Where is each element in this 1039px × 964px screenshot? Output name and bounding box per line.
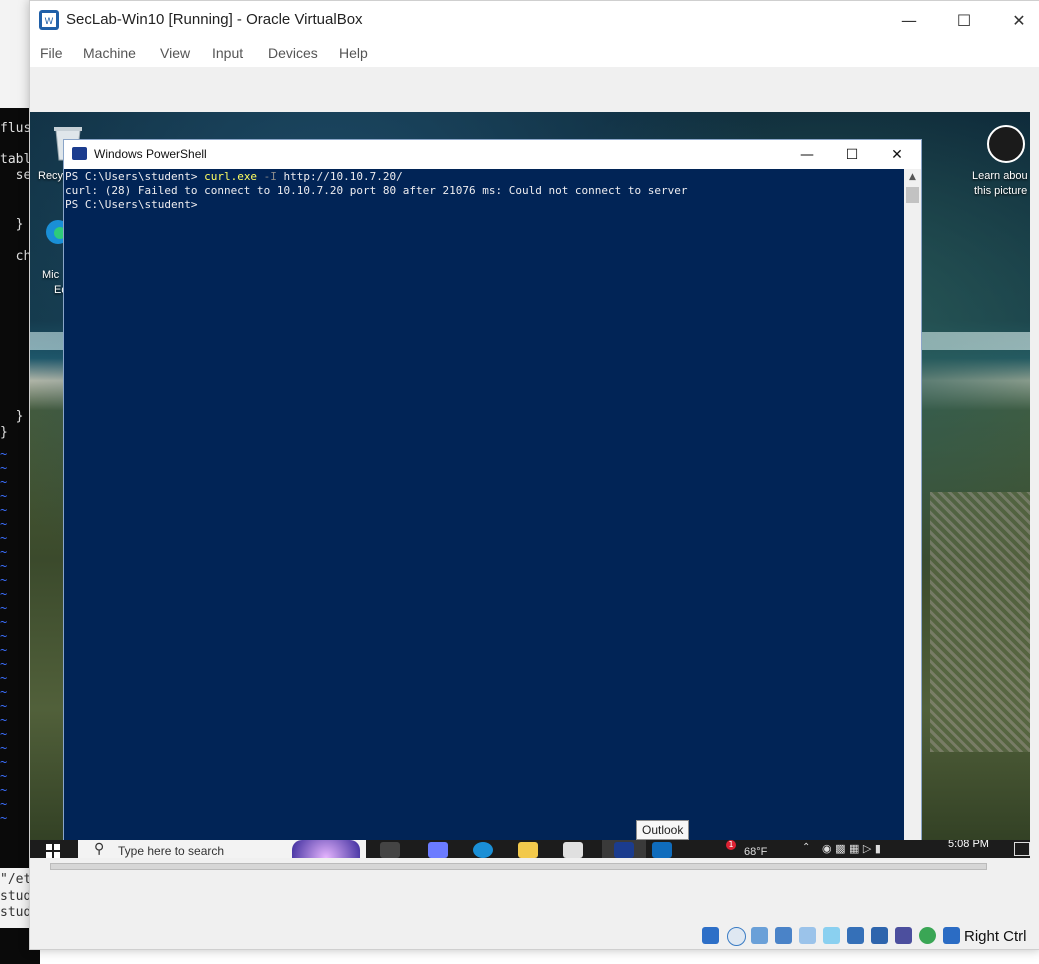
powershell-title: Windows PowerShell — [94, 147, 207, 161]
scroll-up-icon[interactable]: ▲ — [904, 169, 921, 186]
tray-icons[interactable]: ◉ ▩ ▦ ▷ ▮ — [822, 842, 881, 855]
minimize-button[interactable]: — — [886, 1, 932, 39]
guest-desktop[interactable]: Recy Mic Ed Learn abou this picture Wind… — [30, 112, 1030, 858]
network-icon[interactable] — [775, 927, 792, 944]
weather-temperature[interactable]: 68°F — [744, 846, 767, 858]
host-text-line: } — [0, 425, 8, 440]
menu-file[interactable]: File — [40, 45, 63, 61]
file-explorer-icon[interactable] — [518, 842, 538, 858]
outlook-taskbar-icon[interactable] — [652, 842, 672, 858]
taskbar-clock[interactable]: 5:08 PM — [948, 840, 989, 850]
learn-picture-label: Learn abou — [972, 170, 1028, 182]
ps-maximize-button[interactable]: ☐ — [829, 140, 875, 169]
edge-taskbar-icon[interactable] — [473, 842, 493, 858]
keyboard-capture-icon[interactable] — [943, 927, 960, 944]
powershell-title-bar[interactable]: Windows PowerShell — ☐ ✕ — [64, 140, 921, 169]
host-text-line: tabl — [0, 152, 32, 167]
guest-taskbar: ⚲ Type here to search 1 68°F ⌃ ◉ ▩ ▦ ▷ ▮… — [30, 840, 1030, 858]
cpu-icon[interactable] — [895, 927, 912, 944]
chevron-up-icon[interactable]: ⌃ — [802, 842, 810, 853]
task-view-icon[interactable] — [380, 842, 400, 858]
mouse-integration-icon[interactable] — [919, 927, 936, 944]
hard-disk-icon[interactable] — [702, 927, 719, 944]
store-icon[interactable] — [563, 842, 583, 858]
search-highlight-icon — [292, 840, 360, 858]
maximize-button[interactable]: ☐ — [941, 1, 987, 39]
minimize-icon: — — [901, 10, 917, 30]
host-text-line: ch — [0, 249, 32, 264]
learn-picture-label-2: this picture — [974, 185, 1028, 197]
camera-icon[interactable] — [987, 125, 1025, 163]
audio-icon[interactable] — [751, 927, 768, 944]
weather-badge: 1 — [726, 840, 736, 850]
search-icon: ⚲ — [94, 841, 105, 857]
optical-drive-icon[interactable] — [727, 927, 746, 946]
ps-close-button[interactable]: ✕ — [874, 140, 920, 169]
notification-icon[interactable] — [1014, 842, 1030, 856]
powershell-console[interactable]: PS C:\Users\student> curl.exe -I http://… — [64, 169, 904, 850]
recycle-bin-label: Recy — [38, 170, 64, 182]
window-title: SecLab-Win10 [Running] - Oracle VirtualB… — [66, 11, 363, 28]
console-line: PS C:\Users\student> curl.exe -I http://… — [65, 170, 403, 183]
host-text-line: } — [0, 409, 24, 424]
host-text-line: se — [0, 168, 32, 183]
powershell-taskbar-icon[interactable] — [614, 842, 634, 858]
outlook-tooltip: Outlook — [636, 820, 690, 840]
scroll-thumb[interactable] — [906, 187, 919, 203]
maximize-icon: ☐ — [956, 10, 972, 30]
virtualbox-window: W SecLab-Win10 [Running] - Oracle Virtua… — [29, 0, 1039, 950]
edge-label: Mic — [42, 269, 60, 281]
host-key-label: Right Ctrl — [964, 928, 1027, 945]
powershell-icon — [72, 147, 87, 160]
menu-view[interactable]: View — [160, 45, 190, 61]
shared-folders-icon[interactable] — [823, 927, 840, 944]
search-placeholder: Type here to search — [118, 844, 225, 858]
powershell-window[interactable]: Windows PowerShell — ☐ ✕ PS C:\Users\stu… — [63, 139, 922, 851]
svg-text:W: W — [45, 17, 54, 27]
menu-input[interactable]: Input — [212, 45, 243, 61]
console-line: curl: (28) Failed to connect to 10.10.7.… — [65, 184, 688, 197]
menu-machine[interactable]: Machine — [83, 45, 136, 61]
console-scrollbar[interactable]: ▲ — [904, 169, 921, 850]
horizontal-scrollbar[interactable] — [50, 863, 987, 870]
host-text-line: stud — [0, 889, 32, 904]
windows-start-icon[interactable] — [46, 844, 60, 858]
host-text-line: "/et — [0, 872, 32, 887]
usb-icon[interactable] — [799, 927, 816, 944]
menu-devices[interactable]: Devices — [268, 45, 318, 61]
minimize-icon: — — [800, 146, 814, 163]
close-icon: ✕ — [1012, 10, 1026, 30]
menu-help[interactable]: Help — [339, 45, 368, 61]
vbox-title-bar[interactable]: W SecLab-Win10 [Running] - Oracle Virtua… — [30, 1, 1039, 39]
close-icon: ✕ — [891, 146, 903, 163]
close-button[interactable]: ✕ — [996, 1, 1039, 39]
console-line: PS C:\Users\student> — [65, 198, 198, 211]
display-icon[interactable] — [847, 927, 864, 944]
virtualbox-app-icon: W — [39, 10, 59, 30]
ps-minimize-button[interactable]: — — [784, 140, 830, 169]
host-text-line: stud — [0, 905, 32, 920]
recording-icon[interactable] — [871, 927, 888, 944]
copilot-icon[interactable] — [428, 842, 448, 858]
host-text-line: flus — [0, 121, 32, 136]
maximize-icon: ☐ — [845, 146, 859, 163]
host-text-line: } — [0, 217, 24, 232]
taskbar-search-input[interactable]: ⚲ Type here to search — [78, 840, 366, 858]
